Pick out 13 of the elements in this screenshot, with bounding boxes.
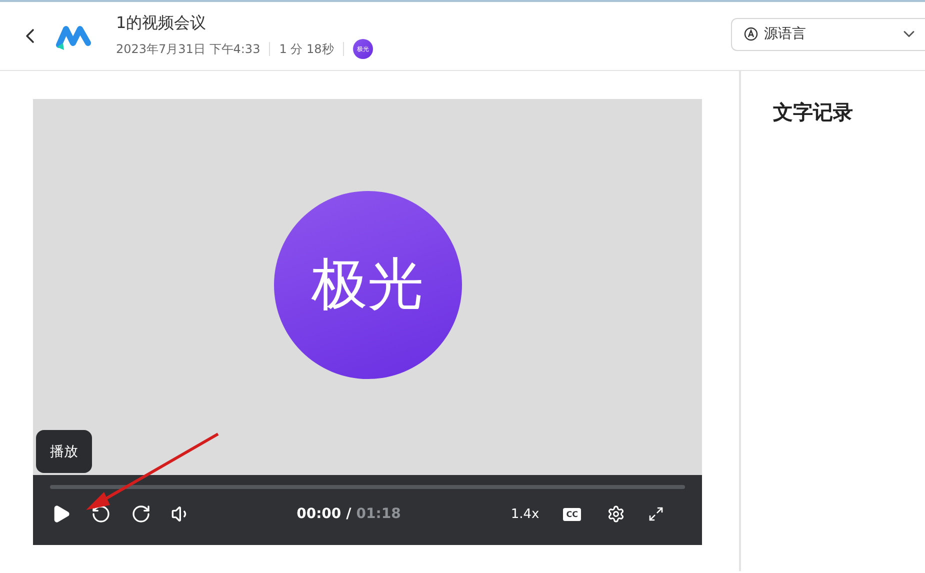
playback-time: 00:00 / 01:18 bbox=[296, 506, 401, 522]
speed-button[interactable]: 1.4x bbox=[510, 506, 540, 522]
forward-icon[interactable] bbox=[130, 503, 152, 525]
captions-button[interactable]: CC bbox=[563, 508, 581, 520]
language-select[interactable]: 源语言 bbox=[731, 18, 925, 50]
language-icon bbox=[744, 27, 758, 41]
play-tooltip: 播放 bbox=[36, 430, 92, 473]
meeting-title: 1的视频会议 bbox=[116, 13, 208, 34]
meeting-date: 2023年7月31日 下午4:33 bbox=[116, 40, 260, 58]
meeting-duration: 1 分 18秒 bbox=[279, 40, 334, 58]
progress-track[interactable] bbox=[50, 485, 685, 489]
panel-title: 文字记录 bbox=[773, 100, 853, 124]
video-avatar: 极光 bbox=[274, 191, 462, 379]
